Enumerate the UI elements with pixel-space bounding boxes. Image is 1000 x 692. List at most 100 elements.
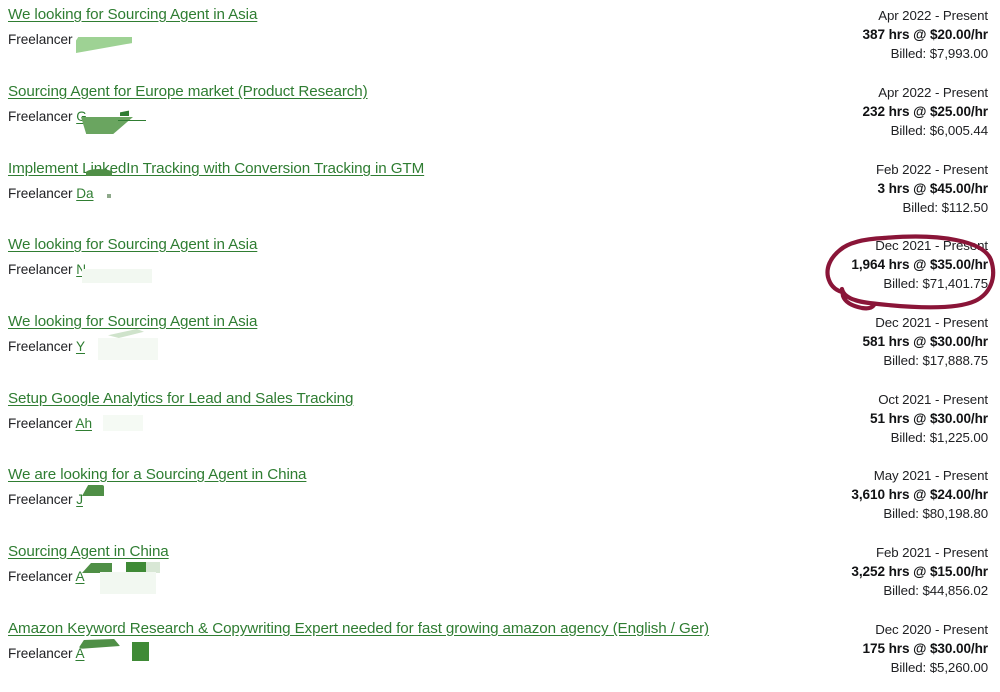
freelancer-label: Freelancer [8,262,77,277]
freelancer-label: Freelancer [8,416,76,431]
redaction-smudge [103,415,143,431]
freelancer-name-link[interactable]: Da [76,186,93,201]
engagement-billed: Billed: $80,198.80 [883,506,988,521]
engagement-hours-rate: 1,964 hrs @ $35.00/hr [851,257,988,272]
row-engagement-summary: Dec 2020 - Present 175 hrs @ $30.00/hr B… [788,620,989,677]
redaction-fade [146,562,160,573]
freelancer-line: Freelancer Ah [8,415,808,432]
freelancer-name-link[interactable]: N [76,262,86,277]
redaction-letter-artifact [120,110,129,116]
redaction-halo [100,572,156,594]
redaction-underline-artifact [118,111,146,121]
work-history-row: Amazon Keyword Research & Copywriting Ex… [0,620,1000,682]
freelancer-label: Freelancer [8,109,77,124]
work-history-row: Implement LinkedIn Tracking with Convers… [0,160,1000,222]
row-details: Amazon Keyword Research & Copywriting Ex… [8,620,808,662]
engagement-hours-rate: 387 hrs @ $20.00/hr [862,27,989,42]
engagement-billed: Billed: $1,225.00 [890,430,988,445]
row-details: We looking for Sourcing Agent in Asia Fr… [8,6,808,53]
row-engagement-summary: Apr 2022 - Present 232 hrs @ $25.00/hr B… [788,83,989,140]
freelancer-label: Freelancer [8,569,76,584]
job-title-link[interactable]: Implement LinkedIn Tracking with Convers… [8,160,424,178]
engagement-period: Oct 2021 - Present [878,392,988,407]
work-history-row: We are looking for a Sourcing Agent in C… [0,466,1000,528]
job-title-link[interactable]: We looking for Sourcing Agent in Asia [8,236,257,254]
freelancer-line: Freelancer Y [8,329,808,360]
job-title-link[interactable]: Sourcing Agent in China [8,543,169,561]
freelancer-line: Freelancer A [8,562,808,594]
row-details: Setup Google Analytics for Lead and Sale… [8,390,808,432]
engagement-billed: Billed: $44,856.02 [883,583,988,598]
job-title-link[interactable]: We looking for Sourcing Agent in Asia [8,313,257,331]
redaction-halo [98,338,158,360]
engagement-hours-rate: 3,252 hrs @ $15.00/hr [851,564,988,579]
row-engagement-summary: May 2021 - Present 3,610 hrs @ $24.00/hr… [788,466,988,523]
row-details: We looking for Sourcing Agent in Asia Fr… [8,236,808,283]
engagement-billed: Billed: $6,005.44 [890,123,988,138]
row-details: We looking for Sourcing Agent in Asia Fr… [8,313,808,360]
redaction-smudge [82,563,112,573]
freelancer-label: Freelancer [8,32,73,47]
engagement-period: May 2021 - Present [873,468,988,483]
row-details: We are looking for a Sourcing Agent in C… [8,466,808,508]
engagement-billed: Billed: $7,993.00 [890,46,988,61]
engagement-period: Apr 2022 - Present [878,8,988,23]
engagement-billed: Billed: $71,401.75 [883,276,988,291]
freelancer-name-link[interactable]: J [76,492,83,507]
engagement-period: Feb 2021 - Present [875,545,988,560]
engagement-billed: Billed: $17,888.75 [883,353,988,368]
work-history-row: We looking for Sourcing Agent in Asia Fr… [0,313,1000,375]
work-history-row: We looking for Sourcing Agent in Asia Fr… [0,6,1000,68]
engagement-hours-rate: 232 hrs @ $25.00/hr [862,104,989,119]
redaction-smudge [82,269,152,283]
work-history-row: Sourcing Agent for Europe market (Produc… [0,83,1000,145]
engagement-hours-rate: 581 hrs @ $30.00/hr [862,334,989,349]
row-engagement-summary: Dec 2021 - Present 581 hrs @ $30.00/hr B… [788,313,989,370]
row-details: Implement LinkedIn Tracking with Convers… [8,160,808,202]
engagement-period: Feb 2022 - Present [875,162,988,177]
redaction-block [126,562,146,573]
job-title-link[interactable]: We looking for Sourcing Agent in Asia [8,6,257,24]
freelancer-name-link[interactable]: A [75,569,84,584]
work-history-row: Sourcing Agent in China Freelancer A Feb… [0,543,1000,605]
redaction-speck [107,194,111,198]
freelancer-line: Freelancer N [8,261,808,283]
engagement-billed: Billed: $112.50 [902,200,989,215]
engagement-period: Dec 2021 - Present [875,315,988,330]
job-title-link[interactable]: Setup Google Analytics for Lead and Sale… [8,390,353,408]
engagement-hours-rate: 3,610 hrs @ $24.00/hr [851,487,988,502]
work-history-row: Setup Google Analytics for Lead and Sale… [0,390,1000,452]
row-engagement-summary: Apr 2022 - Present 387 hrs @ $20.00/hr B… [788,6,989,63]
freelancer-label: Freelancer [8,339,76,354]
freelancer-name-link[interactable]: G [76,109,87,124]
row-engagement-summary: Dec 2021 - Present 1,964 hrs @ $35.00/hr… [788,236,988,293]
freelancer-label: Freelancer [8,646,76,661]
engagement-billed: Billed: $5,260.00 [890,660,988,675]
row-details: Sourcing Agent in China Freelancer A [8,543,808,594]
redaction-block [132,642,149,661]
redaction-smudge [76,37,132,53]
work-history-row-highlighted: We looking for Sourcing Agent in Asia Fr… [0,236,1000,298]
row-engagement-summary: Oct 2021 - Present 51 hrs @ $30.00/hr Bi… [788,390,988,447]
freelancer-line: Freelancer J [8,485,808,508]
engagement-hours-rate: 3 hrs @ $45.00/hr [877,181,988,196]
freelancer-name-link[interactable]: Ah [75,416,92,431]
redaction-smudge [82,485,104,496]
job-title-link[interactable]: Amazon Keyword Research & Copywriting Ex… [8,620,709,638]
row-details: Sourcing Agent for Europe market (Produc… [8,83,808,134]
engagement-period: Dec 2020 - Present [875,622,988,637]
freelancer-name-link[interactable]: Y [76,339,85,354]
row-engagement-summary: Feb 2021 - Present 3,252 hrs @ $15.00/hr… [788,543,988,600]
freelancer-line: Freelancer Da [8,169,808,202]
freelancer-label: Freelancer [8,492,77,507]
freelancer-name-link[interactable]: A [75,646,84,661]
freelancer-line: Freelancer A [8,639,808,662]
job-title-link[interactable]: We are looking for a Sourcing Agent in C… [8,466,307,484]
engagement-period: Apr 2022 - Present [878,85,988,100]
job-title-link[interactable]: Sourcing Agent for Europe market (Produc… [8,83,368,101]
work-history-list: We looking for Sourcing Agent in Asia Fr… [0,0,1000,692]
freelancer-line: Freelancer [8,31,808,53]
redaction-smudge [81,117,133,134]
row-engagement-summary: Feb 2022 - Present 3 hrs @ $45.00/hr Bil… [788,160,988,217]
freelancer-line: Freelancer G [8,108,808,134]
